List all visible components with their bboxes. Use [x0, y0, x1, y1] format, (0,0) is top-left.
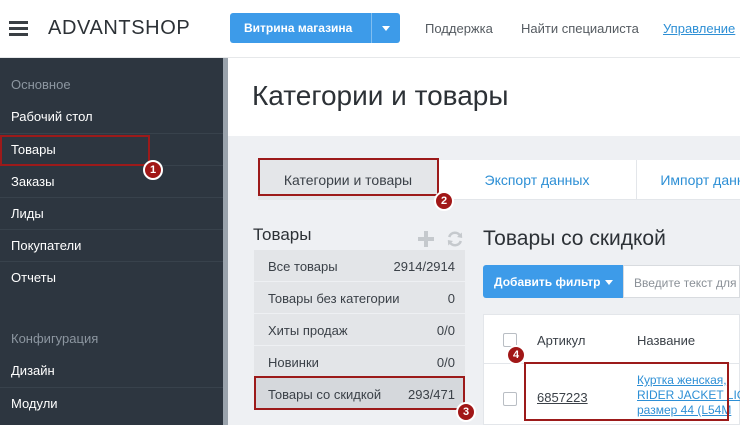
add-filter-button[interactable]: Добавить фильтр — [483, 265, 623, 298]
sidebar-item-label: Покупатели — [11, 238, 82, 253]
category-count: 2914/2914 — [393, 259, 455, 274]
chevron-down-icon[interactable] — [382, 26, 390, 31]
logo[interactable]: ADVANTSHOP — [48, 17, 190, 40]
highlight-box — [254, 376, 465, 410]
category-item[interactable]: Все товары 2914/2914 — [254, 250, 465, 282]
annotation-badge: 3 — [456, 402, 476, 422]
sidebar-item-label: Лиды — [11, 206, 44, 221]
sidebar-section-config: Конфигурация — [11, 331, 99, 346]
category-count: 0 — [447, 291, 455, 306]
search-input[interactable]: Введите текст для — [623, 265, 740, 298]
category-name: Хиты продаж — [268, 323, 348, 338]
category-count: 0/0 — [436, 323, 455, 338]
tab-label: Экспорт данных — [484, 172, 590, 188]
sidebar-item-label: Модули — [11, 396, 58, 411]
sidebar-item-dashboard[interactable]: Рабочий стол — [0, 101, 223, 133]
top-header: ADVANTSHOP Витрина магазина Поддержка На… — [0, 0, 740, 58]
tab-export[interactable]: Экспорт данных — [438, 160, 636, 200]
tab-import[interactable]: Импорт данных — [636, 160, 740, 200]
sidebar-item-label: Заказы — [11, 174, 55, 189]
storefront-button[interactable]: Витрина магазина — [230, 13, 400, 43]
category-count: 0/0 — [436, 355, 455, 370]
sidebar-item-design[interactable]: Дизайн — [0, 355, 223, 387]
tab-label: Импорт данных — [660, 172, 740, 188]
search-placeholder: Введите текст для — [634, 276, 737, 290]
category-name: Товары без категории — [268, 291, 400, 306]
category-name: Все товары — [268, 259, 338, 274]
categories-title: Товары — [253, 225, 312, 244]
products-title: Товары со скидкой — [483, 227, 666, 250]
find-specialist-link[interactable]: Найти специалиста — [521, 21, 639, 36]
annotation-badge: 1 — [143, 160, 163, 180]
chevron-down-icon — [605, 280, 613, 285]
annotation-badge: 2 — [434, 191, 454, 211]
category-item[interactable]: Хиты продаж 0/0 — [254, 314, 465, 346]
add-icon[interactable] — [418, 231, 434, 247]
management-link[interactable]: Управление — [663, 21, 735, 36]
highlight-box — [524, 362, 729, 421]
sidebar-item-label: Дизайн — [11, 363, 55, 378]
page-title: Категории и товары — [252, 80, 509, 111]
sidebar-item-label: Рабочий стол — [11, 109, 93, 124]
sidebar-item-orders[interactable]: Заказы — [0, 165, 223, 197]
category-name: Новинки — [268, 355, 319, 370]
add-filter-label: Добавить фильтр — [494, 275, 601, 289]
column-header-sku[interactable]: Артикул — [537, 333, 585, 348]
refresh-icon[interactable] — [446, 230, 464, 248]
category-item[interactable]: Новинки 0/0 — [254, 346, 465, 378]
annotation-badge: 4 — [506, 345, 526, 365]
row-checkbox[interactable] — [503, 392, 517, 406]
sidebar-item-label: Отчеты — [11, 270, 56, 285]
support-link[interactable]: Поддержка — [425, 21, 493, 36]
sidebar-item-leads[interactable]: Лиды — [0, 197, 223, 229]
highlight-box — [0, 135, 150, 166]
sidebar-section-main: Основное — [11, 77, 71, 92]
sidebar-item-modules[interactable]: Модули — [0, 387, 223, 419]
sidebar: Основное Рабочий стол Товары Заказы Лиды… — [0, 58, 228, 425]
menu-icon[interactable] — [9, 21, 28, 36]
category-item[interactable]: Товары без категории 0 — [254, 282, 465, 314]
column-header-name[interactable]: Название — [637, 333, 695, 348]
page-header: Категории и товары — [228, 58, 740, 136]
button-divider — [371, 13, 372, 43]
sidebar-item-reports[interactable]: Отчеты — [0, 261, 223, 293]
highlight-box — [258, 158, 439, 196]
storefront-button-label: Витрина магазина — [244, 21, 353, 35]
sidebar-item-customers[interactable]: Покупатели — [0, 229, 223, 261]
